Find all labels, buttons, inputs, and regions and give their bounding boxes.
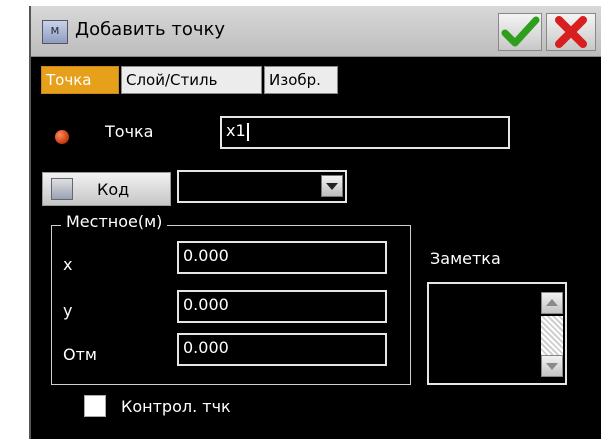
chevron-up-icon bbox=[546, 299, 558, 306]
chevron-down-icon bbox=[326, 183, 338, 190]
y-input[interactable]: 0.000 bbox=[177, 290, 387, 323]
close-button[interactable] bbox=[546, 13, 596, 51]
x-value: 0.000 bbox=[183, 246, 229, 265]
chevron-down-icon bbox=[546, 363, 558, 370]
note-label: Заметка bbox=[430, 249, 501, 268]
y-value: 0.000 bbox=[183, 295, 229, 314]
y-label: y bbox=[63, 301, 73, 320]
code-icon bbox=[51, 178, 73, 200]
code-button-label: Код bbox=[97, 180, 130, 199]
add-point-dialog: M Добавить точку Точка Слой/Стиль Изобр.… bbox=[29, 6, 601, 439]
ok-button[interactable] bbox=[498, 13, 542, 51]
checkmark-icon bbox=[501, 16, 540, 47]
app-icon: M bbox=[42, 20, 68, 44]
dialog-title: Добавить точку bbox=[75, 19, 225, 40]
control-point-label[interactable]: Контрол. тчк bbox=[121, 397, 231, 416]
close-icon bbox=[555, 16, 587, 48]
point-name-value: x1 bbox=[226, 121, 246, 140]
scroll-down-button[interactable] bbox=[541, 355, 563, 377]
text-cursor bbox=[246, 122, 249, 141]
tab-layer-style[interactable]: Слой/Стиль bbox=[121, 66, 262, 94]
code-button[interactable]: Код bbox=[42, 172, 171, 206]
tab-image[interactable]: Изобр. bbox=[264, 66, 338, 94]
code-dropdown[interactable] bbox=[177, 170, 347, 203]
elevation-label: Отм bbox=[63, 345, 97, 364]
point-name-input[interactable]: x1 bbox=[220, 116, 510, 149]
local-group-title: Местное(м) bbox=[61, 212, 168, 231]
x-input[interactable]: 0.000 bbox=[177, 241, 387, 274]
tab-point[interactable]: Точка bbox=[41, 66, 119, 94]
x-label: x bbox=[63, 255, 73, 274]
scroll-up-button[interactable] bbox=[541, 292, 563, 314]
scrollbar-track[interactable] bbox=[541, 316, 563, 356]
elevation-value: 0.000 bbox=[183, 338, 229, 357]
elevation-input[interactable]: 0.000 bbox=[177, 333, 387, 366]
control-point-checkbox[interactable] bbox=[84, 395, 106, 417]
note-textarea[interactable] bbox=[427, 282, 567, 385]
point-label: Точка bbox=[105, 122, 154, 141]
dropdown-arrow-icon[interactable] bbox=[321, 175, 343, 197]
point-icon bbox=[55, 130, 69, 144]
title-bar: M Добавить точку bbox=[31, 6, 601, 57]
